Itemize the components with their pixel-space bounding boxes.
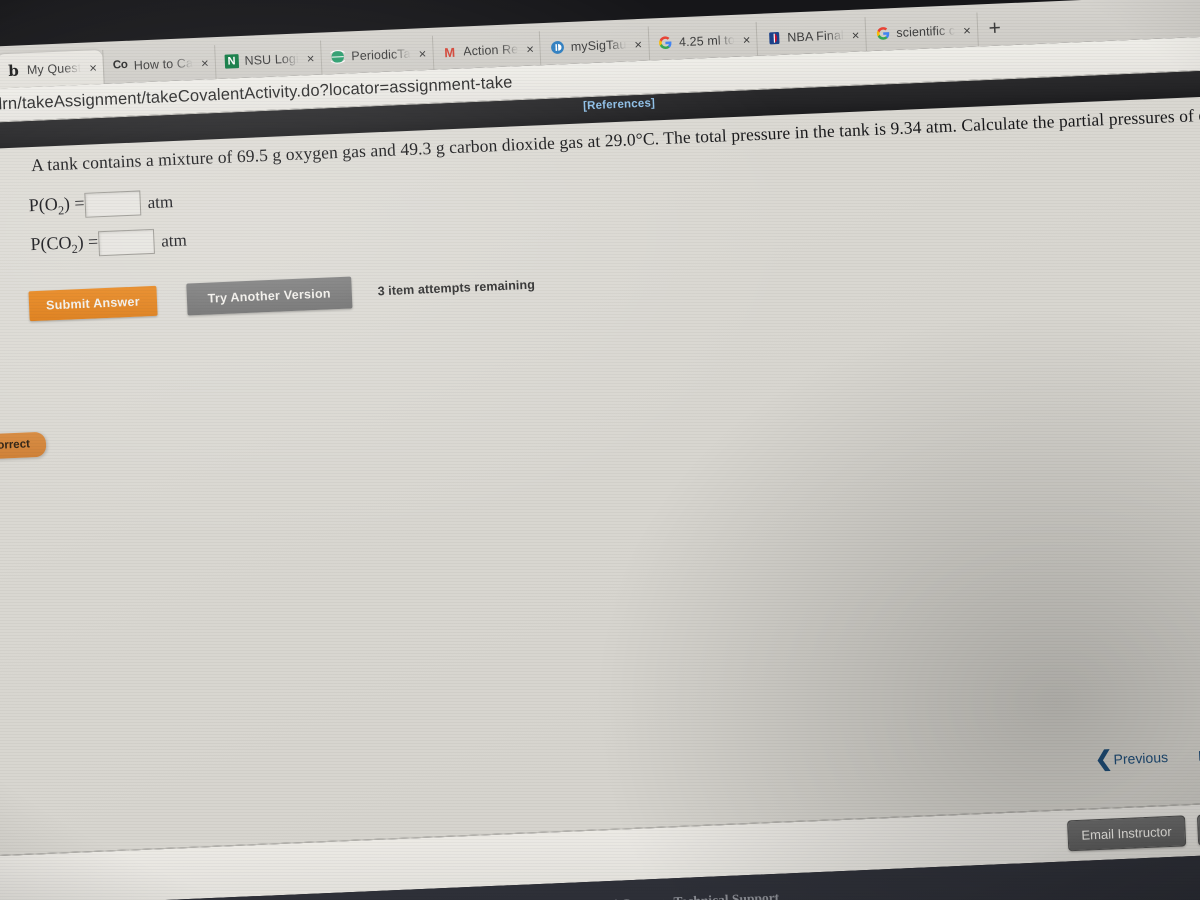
bartleby-b-icon: b [7, 61, 20, 80]
browser-tab-nsu-login[interactable]: N NSU Logi × [213, 40, 322, 80]
footer-text: Cengage Learning | Cengage Technical Sup… [505, 890, 783, 900]
browser-tab-nba-finals[interactable]: NBA Final × [755, 17, 867, 56]
unit-label: atm [160, 229, 188, 251]
browser-tab-mysigtau[interactable]: mySigTau × [539, 26, 649, 66]
tab-label: PeriodicTa [351, 46, 411, 64]
assignment-page: A tank contains a mixture of 69.5 g oxyg… [0, 94, 1200, 856]
mysigtau-icon [550, 40, 566, 56]
answer-input-oxygen[interactable] [84, 190, 142, 218]
attempts-remaining-label: 3 item attempts remaining [377, 277, 536, 299]
action-button-row: Submit Answer Try Another Version 3 item… [28, 269, 535, 323]
tab-label: How to Ca [133, 56, 194, 73]
tab-close-icon[interactable]: × [418, 46, 426, 61]
tab-label: My Quest [26, 60, 82, 78]
answer-label: P(O2) = [28, 193, 85, 218]
answer-row-oxygen: P(O2) = atm [28, 189, 173, 220]
tab-close-icon[interactable]: × [526, 41, 534, 56]
browser-tab-scientific-calculator[interactable]: scientific c × [864, 12, 978, 52]
correct-status-badge: Correct [0, 431, 47, 462]
previous-button[interactable]: ❮ Previous [1094, 746, 1169, 772]
google-g-icon [875, 26, 891, 42]
nba-icon [766, 30, 782, 46]
globe-icon [330, 49, 346, 65]
references-link[interactable]: [References] [583, 97, 656, 112]
tab-label: NSU Logi [244, 51, 300, 68]
unit-label: atm [147, 191, 174, 212]
chevron-left-icon: ❮ [1094, 747, 1114, 772]
try-another-version-button[interactable]: Try Another Version [186, 276, 353, 316]
tab-close-icon[interactable]: × [963, 22, 971, 37]
browser-tab-periodic-table[interactable]: PeriodicTa × [319, 35, 433, 75]
tab-label: mySigTau [570, 37, 627, 54]
browser-tab-my-quest[interactable]: b My Quest × [0, 49, 104, 89]
coursehero-icon: Co [112, 59, 128, 72]
tab-close-icon[interactable]: × [851, 27, 859, 42]
tab-close-icon[interactable]: × [201, 55, 209, 70]
new-tab-button[interactable]: + [976, 11, 1013, 47]
tab-close-icon[interactable]: × [89, 60, 97, 75]
tab-label: scientific c [896, 23, 956, 40]
answer-label: P(CO2) = [30, 231, 99, 257]
pagination-nav: ❮ Previous Next ❯ [1094, 743, 1200, 772]
gmail-m-icon: M [444, 44, 456, 60]
nsu-n-icon: N [224, 54, 239, 69]
tab-close-icon[interactable]: × [306, 50, 314, 65]
browser-tab-google-conversion[interactable]: 4.25 ml to × [647, 21, 758, 61]
google-g-icon [658, 35, 674, 51]
tab-close-icon[interactable]: × [634, 36, 642, 51]
answer-row-carbon-dioxide: P(CO2) = atm [30, 227, 187, 259]
browser-tab-action-required[interactable]: M Action Re × [431, 31, 541, 70]
submit-answer-button[interactable]: Submit Answer [28, 285, 158, 322]
tab-label: NBA Final [787, 28, 845, 45]
browser-window: × b My Quest × Co How to Ca × N NSU Logi… [0, 0, 1200, 900]
tab-label: 4.25 ml to [678, 32, 736, 50]
tab-close-icon[interactable]: × [743, 32, 751, 47]
monitor-photo: × b My Quest × Co How to Ca × N NSU Logi… [0, 0, 1200, 900]
answer-input-carbon-dioxide[interactable] [97, 228, 155, 257]
previous-label: Previous [1113, 748, 1169, 767]
browser-tab-how-to-calculate[interactable]: Co How to Ca × [102, 45, 216, 84]
tab-label: Action Re [462, 42, 519, 59]
email-instructor-button[interactable]: Email Instructor [1066, 815, 1187, 852]
